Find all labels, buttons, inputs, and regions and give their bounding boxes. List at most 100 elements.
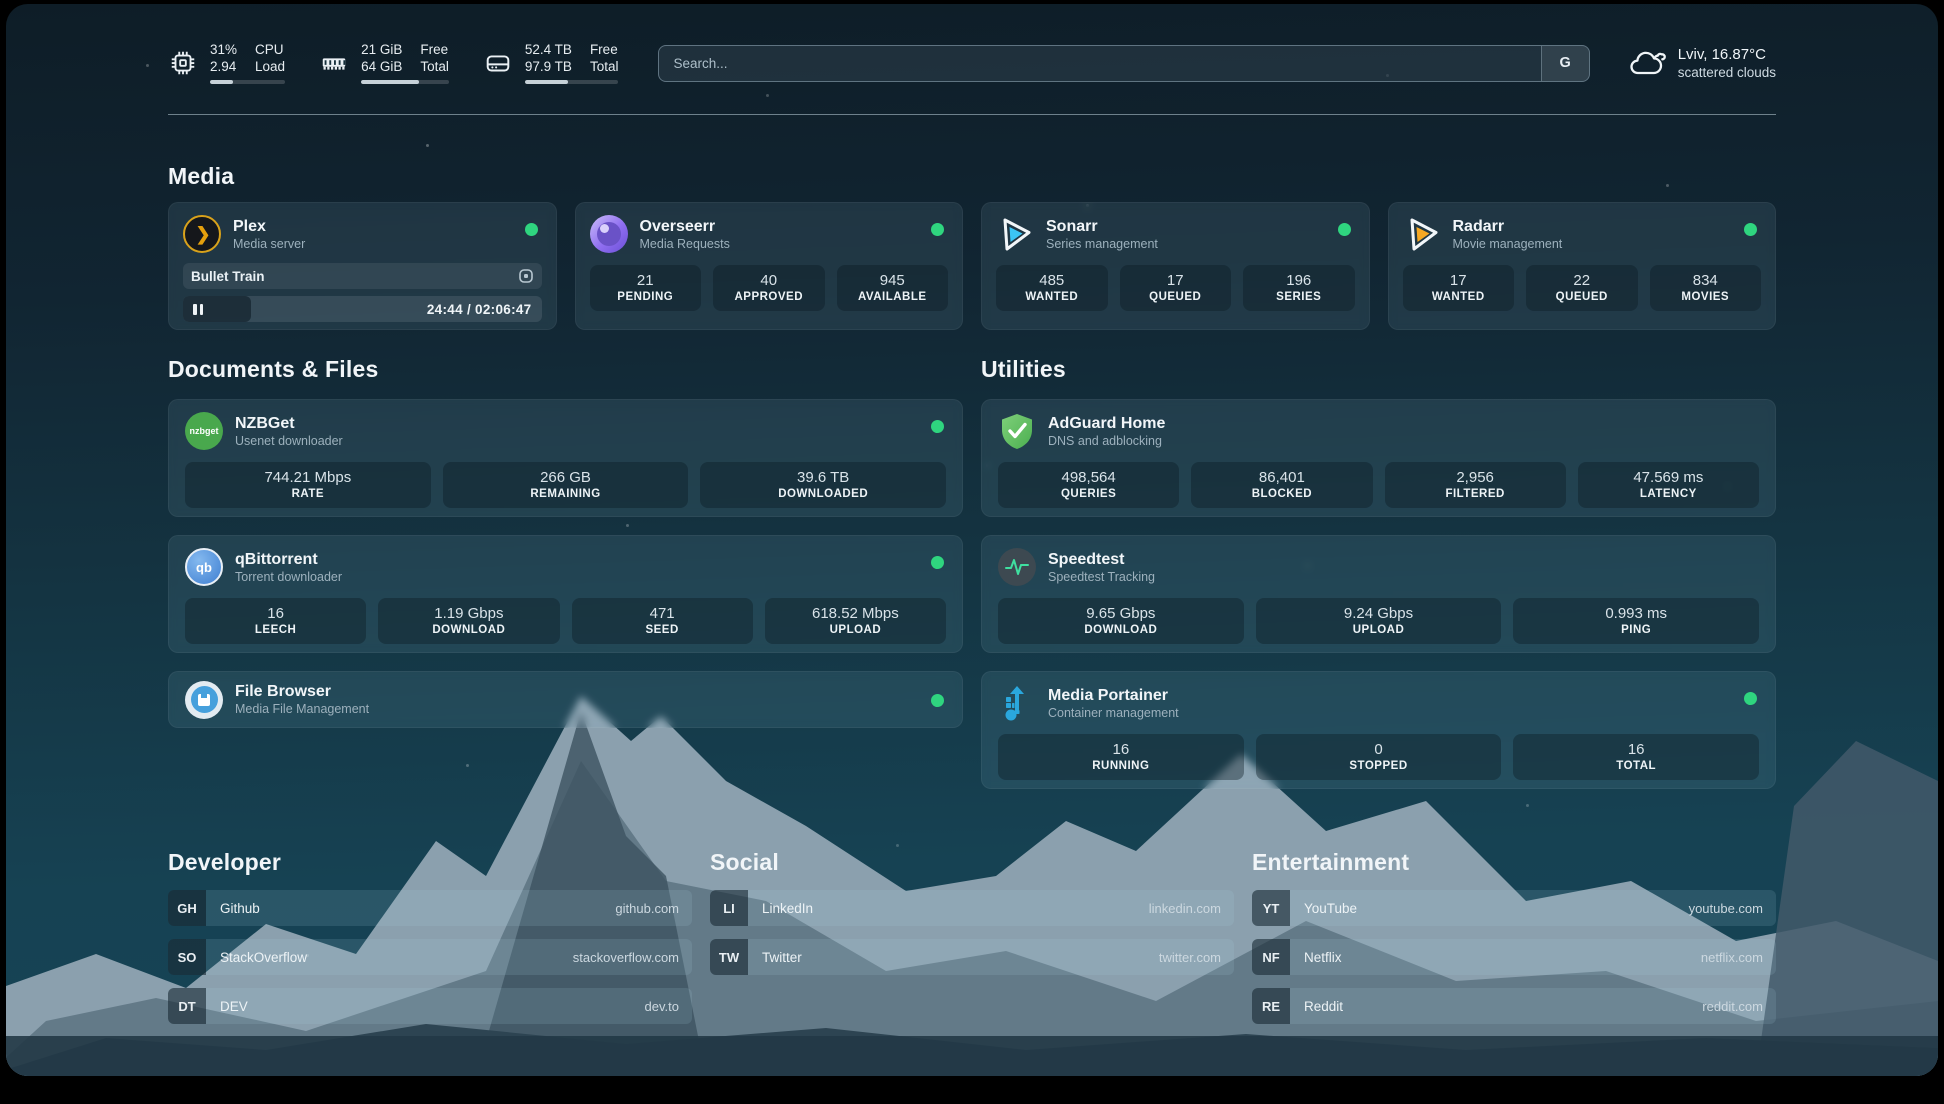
bookmark-url: linkedin.com: [1149, 901, 1234, 916]
bookmark-netflix[interactable]: NF Netflix netflix.com: [1252, 939, 1776, 975]
stat-value: 16: [1628, 742, 1645, 757]
media-grid: ❯ Plex Media server Bullet Train: [168, 202, 1776, 330]
app-card-sonarr[interactable]: Sonarr Series management 485WANTED 17QUE…: [981, 202, 1370, 330]
plex-time: 24:44 / 02:06:47: [427, 302, 542, 317]
stat-label: BLOCKED: [1252, 488, 1312, 500]
stat-tile: 17 QUEUED: [1120, 265, 1232, 311]
cloud-icon: [1628, 46, 1666, 80]
section-title-developer: Developer: [168, 849, 692, 876]
stat-label: QUEUED: [1556, 291, 1608, 303]
dashboard-screen: 31% 2.94 CPU Load: [6, 4, 1938, 1076]
stat-value: 2,956: [1456, 470, 1494, 485]
stat-tile: 17WANTED: [1403, 265, 1515, 311]
cpu-progress-fill: [210, 80, 233, 84]
now-playing-title: Bullet Train: [191, 269, 518, 284]
app-desc: Media server: [233, 238, 305, 251]
app-card-nzbget[interactable]: nzbget NZBGet Usenet downloader 744.21 M…: [168, 399, 963, 517]
cpu-percent: 31%: [210, 42, 237, 57]
weather-widget: Lviv, 16.87°C scattered clouds: [1628, 46, 1776, 80]
stat-value: 40: [760, 273, 777, 288]
session-settings-icon[interactable]: [518, 268, 534, 284]
bookmark-reddit[interactable]: RE Reddit reddit.com: [1252, 988, 1776, 1024]
disk-total: 97.9 TB: [525, 59, 572, 74]
bookmark-url: stackoverflow.com: [573, 950, 692, 965]
bookmark-name: LinkedIn: [762, 901, 813, 916]
cpu-label-1: CPU: [255, 42, 285, 57]
app-card-overseerr[interactable]: Overseerr Media Requests 21PENDING 40APP…: [575, 202, 964, 330]
bookmark-github[interactable]: GH Github github.com: [168, 890, 692, 926]
cpu-icon: [168, 48, 198, 78]
portainer-icon: [998, 684, 1036, 722]
app-card-plex[interactable]: ❯ Plex Media server Bullet Train: [168, 202, 557, 330]
stat-tile: 86,401BLOCKED: [1191, 462, 1372, 508]
app-card-filebrowser[interactable]: File Browser Media File Management: [168, 671, 963, 728]
app-card-portainer[interactable]: Media Portainer Container management 16R…: [981, 671, 1776, 789]
stat-tile: 498,564QUERIES: [998, 462, 1179, 508]
stat-label: PENDING: [617, 291, 673, 303]
overseerr-icon: [590, 215, 628, 253]
stat-tile: 945AVAILABLE: [837, 265, 949, 311]
stat-tile: 21PENDING: [590, 265, 702, 311]
cpu-label-2: Load: [255, 59, 285, 74]
stat-label: QUEUED: [1149, 291, 1201, 303]
memory-label-1: Free: [420, 42, 449, 57]
stat-tile: 16RUNNING: [998, 734, 1244, 780]
bookmark-group-social: Social LI LinkedIn linkedin.com TW Twitt…: [710, 789, 1234, 975]
stat-label: DOWNLOAD: [432, 624, 505, 636]
stat-tile: 471SEED: [572, 598, 753, 644]
disk-stat-group: 52.4 TB 97.9 TB Free Total: [483, 42, 619, 84]
app-card-radarr[interactable]: Radarr Movie management 17WANTED 22QUEUE…: [1388, 202, 1777, 330]
bookmark-group-entertainment: Entertainment YT YouTube youtube.com NF …: [1252, 789, 1776, 1024]
stat-label: REMAINING: [530, 488, 600, 500]
stat-tile: 0.993 msPING: [1513, 598, 1759, 644]
app-name: Speedtest: [1048, 551, 1155, 568]
bookmark-abbr: YT: [1252, 890, 1290, 926]
stat-value: 618.52 Mbps: [812, 606, 899, 621]
stat-tile: 485WANTED: [996, 265, 1108, 311]
stat-value: 196: [1286, 273, 1311, 288]
section-title-media: Media: [168, 163, 1776, 190]
stat-value: 0: [1374, 742, 1382, 757]
bookmark-dev[interactable]: DT DEV dev.to: [168, 988, 692, 1024]
bookmark-abbr: LI: [710, 890, 748, 926]
app-name: Overseerr: [640, 218, 730, 235]
stat-label: RATE: [292, 488, 324, 500]
sonarr-icon: [996, 215, 1034, 253]
plex-progress-bar[interactable]: 24:44 / 02:06:47: [183, 296, 542, 322]
app-card-adguard[interactable]: AdGuard Home DNS and adblocking 498,564Q…: [981, 399, 1776, 517]
bookmark-name: StackOverflow: [220, 950, 307, 965]
app-card-qbittorrent[interactable]: qb qBittorrent Torrent downloader 16LEEC…: [168, 535, 963, 653]
stat-tile: 16LEECH: [185, 598, 366, 644]
stat-tile: 618.52 MbpsUPLOAD: [765, 598, 946, 644]
memory-label-2: Total: [420, 59, 449, 74]
bookmark-abbr: RE: [1252, 988, 1290, 1024]
stat-value: 9.65 Gbps: [1086, 606, 1155, 621]
bookmark-abbr: NF: [1252, 939, 1290, 975]
pause-button[interactable]: [183, 304, 203, 315]
bookmark-twitter[interactable]: TW Twitter twitter.com: [710, 939, 1234, 975]
stat-label: TOTAL: [1616, 760, 1656, 772]
search-input[interactable]: [659, 46, 1540, 81]
bookmark-linkedin[interactable]: LI LinkedIn linkedin.com: [710, 890, 1234, 926]
stat-value: 17: [1167, 273, 1184, 288]
stat-value: 47.569 ms: [1633, 470, 1703, 485]
stat-label: WANTED: [1025, 291, 1078, 303]
stat-value: 0.993 ms: [1605, 606, 1667, 621]
filebrowser-icon: [185, 681, 223, 719]
bookmark-stackoverflow[interactable]: SO StackOverflow stackoverflow.com: [168, 939, 692, 975]
status-dot: [1338, 223, 1351, 236]
stat-tile: 16 TOTAL: [1513, 734, 1759, 780]
disk-progress-fill: [525, 80, 568, 84]
search-engine-button[interactable]: G: [1541, 46, 1589, 81]
bookmark-url: github.com: [615, 901, 692, 916]
stat-tile: 2,956FILTERED: [1385, 462, 1566, 508]
adguard-icon: [998, 412, 1036, 450]
memory-progress-track: [361, 80, 449, 84]
bookmark-youtube[interactable]: YT YouTube youtube.com: [1252, 890, 1776, 926]
app-desc: Media File Management: [235, 703, 369, 716]
radarr-icon: [1403, 215, 1441, 253]
bookmark-name: DEV: [220, 999, 248, 1014]
bookmark-abbr: SO: [168, 939, 206, 975]
app-card-speedtest[interactable]: Speedtest Speedtest Tracking 9.65 GbpsDO…: [981, 535, 1776, 653]
stat-label: LATENCY: [1640, 488, 1697, 500]
